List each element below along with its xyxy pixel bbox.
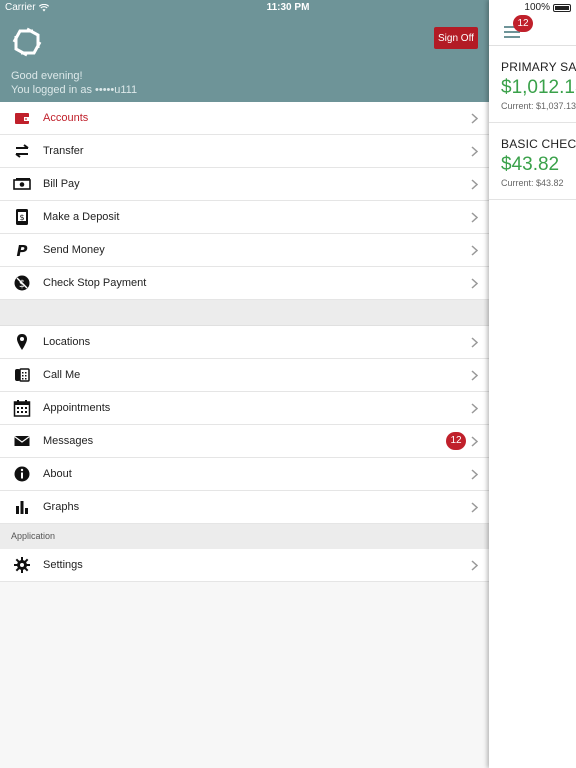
menu-item-call-me[interactable]: Call Me xyxy=(0,359,489,392)
menu-label: Transfer xyxy=(43,145,84,157)
messages-count-badge: 12 xyxy=(446,432,466,450)
chevron-right-icon xyxy=(471,403,478,414)
menu-item-messages[interactable]: Messages 12 xyxy=(0,425,489,458)
menu-label: Accounts xyxy=(43,112,89,124)
account-balance: $43.82 xyxy=(501,154,560,175)
menu-label: Settings xyxy=(43,559,83,571)
account-current-balance: Current: $1,037.13 xyxy=(501,101,576,111)
account-balance: $1,012.13 xyxy=(501,77,576,98)
logged-in-line: You logged in as •••••u111 xyxy=(11,84,138,96)
svg-text:$: $ xyxy=(19,213,24,222)
section-header-application: Application xyxy=(0,524,489,549)
bank-logo-icon xyxy=(12,27,42,57)
menu-item-settings[interactable]: Settings xyxy=(0,549,489,582)
phone-icon xyxy=(0,366,43,384)
menu-separator xyxy=(0,300,489,326)
menu-label: Send Money xyxy=(43,244,105,256)
menu-item-appointments[interactable]: Appointments xyxy=(0,392,489,425)
location-pin-icon xyxy=(0,333,43,351)
chevron-right-icon xyxy=(471,245,478,256)
menu-label: Messages xyxy=(43,435,94,447)
menu-item-accounts[interactable]: Accounts xyxy=(0,102,489,135)
chevron-right-icon xyxy=(471,370,478,381)
menu-item-locations[interactable]: Locations xyxy=(0,326,489,359)
menu-item-send-money[interactable]: P Send Money xyxy=(0,234,489,267)
account-name: BASIC CHECK xyxy=(501,137,576,151)
envelope-icon xyxy=(0,432,43,450)
battery-icon xyxy=(553,3,571,12)
bar-chart-icon xyxy=(0,498,43,516)
notification-badge: 12 xyxy=(513,15,533,32)
menu-group-banking: Accounts Transfer Bill Pay $ Make a Depo… xyxy=(0,102,489,300)
account-name: PRIMARY SAV xyxy=(501,60,576,74)
menu-item-make-deposit[interactable]: $ Make a Deposit xyxy=(0,201,489,234)
status-time: 11:30 PM xyxy=(266,2,310,13)
status-bar: Carrier 11:30 PM 100% xyxy=(0,0,576,16)
chevron-right-icon xyxy=(471,179,478,190)
sign-off-button[interactable]: Sign Off xyxy=(434,27,478,49)
chevron-right-icon xyxy=(471,502,478,513)
chevron-right-icon xyxy=(471,146,478,157)
menu-group-services: Locations Call Me Appointments Messages … xyxy=(0,326,489,524)
svg-text:P: P xyxy=(16,242,27,259)
deposit-check-icon: $ xyxy=(0,208,43,226)
paypal-icon: P xyxy=(0,241,43,259)
bill-icon xyxy=(0,175,43,193)
info-icon xyxy=(0,465,43,483)
menu-label: Check Stop Payment xyxy=(43,277,147,289)
account-current-balance: Current: $43.82 xyxy=(501,178,564,188)
chevron-right-icon xyxy=(471,560,478,571)
account-card-basic-checking[interactable]: BASIC CHECK $43.82 Current: $43.82 xyxy=(489,123,576,200)
chevron-right-icon xyxy=(471,436,478,447)
accounts-panel: 12 PRIMARY SAV $1,012.13 Current: $1,037… xyxy=(489,0,576,768)
menu-label: Graphs xyxy=(43,501,80,513)
menu-item-about[interactable]: About xyxy=(0,458,489,491)
menu-label: Bill Pay xyxy=(43,178,80,190)
gear-icon xyxy=(0,556,43,574)
wallet-icon xyxy=(0,109,43,127)
menu-label: Call Me xyxy=(43,369,81,381)
transfer-arrows-icon xyxy=(0,142,43,160)
battery-label: 100% xyxy=(524,2,550,13)
chevron-right-icon xyxy=(471,212,478,223)
side-drawer: Sign Off Good evening! You logged in as … xyxy=(0,0,489,768)
menu-label: Appointments xyxy=(43,402,111,414)
chevron-right-icon xyxy=(471,337,478,348)
menu-group-application: Settings xyxy=(0,549,489,582)
chevron-right-icon xyxy=(471,469,478,480)
greeting-line: Good evening! xyxy=(11,70,83,82)
menu-label: About xyxy=(43,468,72,480)
battery-indicator: 100% xyxy=(524,2,571,13)
menu-item-bill-pay[interactable]: Bill Pay xyxy=(0,168,489,201)
menu-item-graphs[interactable]: Graphs xyxy=(0,491,489,524)
chevron-right-icon xyxy=(471,113,478,124)
menu-label: Make a Deposit xyxy=(43,211,120,223)
account-card-primary-savings[interactable]: PRIMARY SAV $1,012.13 Current: $1,037.13 xyxy=(489,46,576,123)
menu-label: Locations xyxy=(43,336,91,348)
greeting-text: Good evening! You logged in as •••••u111 xyxy=(11,69,137,97)
calendar-icon xyxy=(0,399,43,417)
menu-item-transfer[interactable]: Transfer xyxy=(0,135,489,168)
stop-payment-icon: $ xyxy=(0,274,43,292)
menu-item-check-stop-payment[interactable]: $ Check Stop Payment xyxy=(0,267,489,300)
chevron-right-icon xyxy=(471,278,478,289)
